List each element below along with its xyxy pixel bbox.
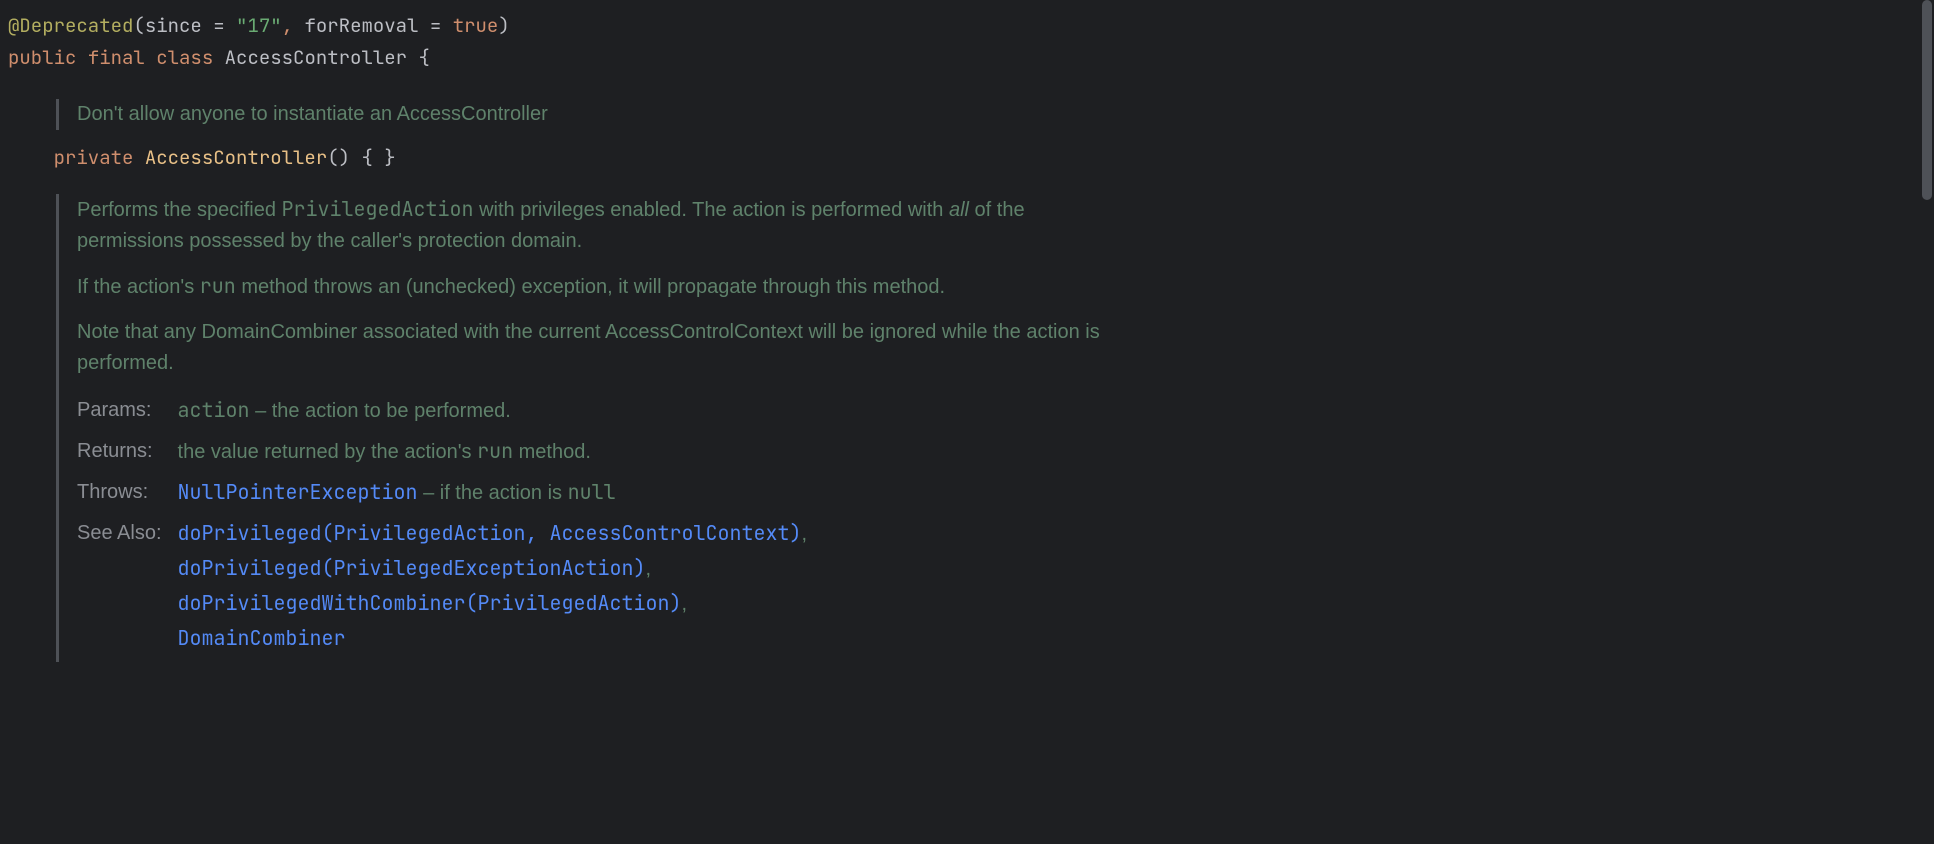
throws-value: NullPointerException – if the action is …: [178, 475, 808, 516]
seealso-link[interactable]: DomainCombiner: [178, 625, 346, 651]
throws-label: Throws:: [77, 475, 178, 516]
seealso-label: See Also:: [77, 516, 178, 662]
javadoc-paragraph: Performs the specified PrivilegedAction …: [77, 194, 1116, 257]
code-line-annotation: @Deprecated(since = "17", forRemoval = t…: [0, 10, 1934, 42]
params-value: action – the action to be performed.: [178, 393, 808, 434]
javadoc-seealso-row: See Also: doPrivileged(PrivilegedAction,…: [77, 516, 807, 662]
annotation: @Deprecated: [8, 13, 133, 38]
returns-label: Returns:: [77, 434, 178, 475]
code-line-constructor: private AccessController() { }: [0, 142, 1934, 174]
params-label: Params:: [77, 393, 178, 434]
seealso-value: doPrivileged(PrivilegedAction, AccessCon…: [178, 516, 808, 662]
seealso-link[interactable]: doPrivileged(PrivilegedExceptionAction): [178, 555, 646, 581]
returns-value: the value returned by the action's run m…: [178, 434, 808, 475]
javadoc-paragraph: If the action's run method throws an (un…: [77, 271, 1116, 303]
javadoc-paragraph: Note that any DomainCombiner associated …: [77, 317, 1116, 379]
scrollbar-thumb[interactable]: [1922, 0, 1932, 200]
javadoc-params-row: Params: action – the action to be perfor…: [77, 393, 807, 434]
javadoc-block-constructor: Don't allow anyone to instantiate an Acc…: [56, 99, 1934, 130]
javadoc-tags: Params: action – the action to be perfor…: [77, 393, 807, 662]
scrollbar-track[interactable]: [1920, 0, 1934, 844]
seealso-link[interactable]: doPrivileged(PrivilegedAction, AccessCon…: [178, 520, 802, 546]
javadoc-text: Don't allow anyone to instantiate an Acc…: [77, 99, 1934, 130]
throws-link[interactable]: NullPointerException: [178, 479, 418, 505]
javadoc-returns-row: Returns: the value returned by the actio…: [77, 434, 807, 475]
code-editor[interactable]: @Deprecated(since = "17", forRemoval = t…: [0, 0, 1934, 684]
code-line-class-decl: public final class AccessController {: [0, 42, 1934, 74]
seealso-link[interactable]: doPrivilegedWithCombiner(PrivilegedActio…: [178, 590, 682, 616]
javadoc-throws-row: Throws: NullPointerException – if the ac…: [77, 475, 807, 516]
javadoc-block-method: Performs the specified PrivilegedAction …: [56, 194, 1116, 662]
